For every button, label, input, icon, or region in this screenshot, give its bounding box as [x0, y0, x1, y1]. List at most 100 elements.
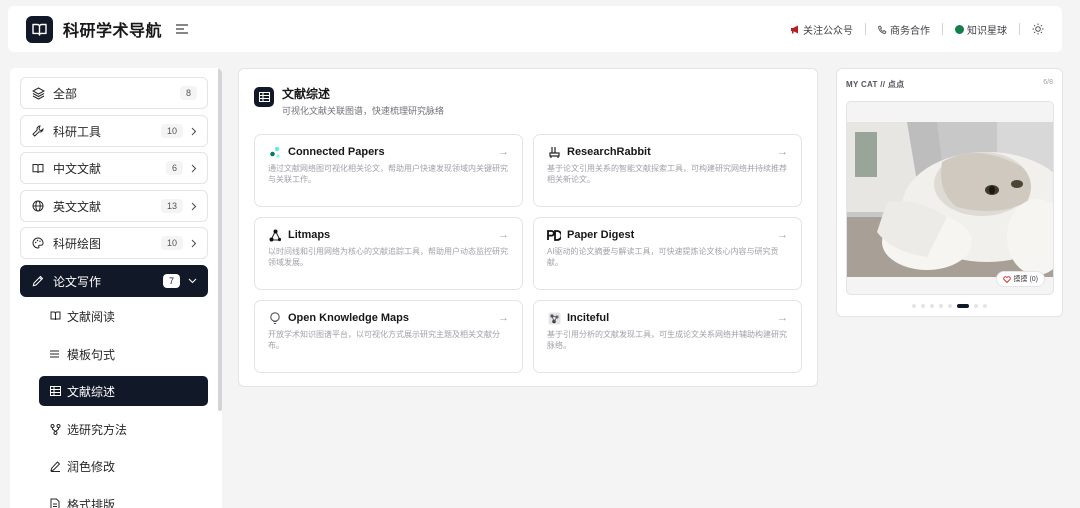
globe-icon — [31, 199, 45, 213]
list-icon — [49, 348, 61, 360]
sidebar-item-label: 论文写作 — [53, 274, 102, 289]
chevron-right-icon — [191, 202, 197, 211]
sidebar-scrollbar[interactable] — [218, 68, 222, 411]
sidebar-item-all[interactable]: 全部 8 — [20, 77, 208, 109]
photo-carousel[interactable]: 摸摸 (0) — [846, 101, 1054, 295]
card-description: 以时间线和引用网络为核心的文献追踪工具，帮助用户动态监控研究领域发展。 — [268, 247, 508, 267]
phone-icon — [878, 24, 887, 34]
arrow-right-icon: → — [777, 312, 788, 324]
card-description: AI驱动的论文摘要与解读工具，可快速提炼论文核心内容与研究贡献。 — [547, 247, 779, 267]
sidebar-item-paper-writing[interactable]: 论文写作 7 — [20, 265, 208, 297]
menu-toggle-button[interactable] — [176, 24, 189, 34]
rabbit-icon — [547, 145, 561, 159]
megaphone-icon — [791, 25, 798, 33]
arrow-right-icon: → — [777, 146, 788, 158]
carousel-dot-active[interactable] — [957, 304, 969, 308]
carousel-dot[interactable] — [912, 304, 916, 308]
slide-counter: 6/8 — [1043, 79, 1053, 86]
lightbulb-icon — [268, 311, 282, 325]
card-description: 开放学术知识图谱平台，以可视化方式展示研究主题及相关文献分布。 — [268, 330, 500, 350]
sidebar-subitem-label: 格式排版 — [67, 497, 116, 508]
arrow-right-icon: → — [498, 229, 509, 241]
knowledge-planet-label: 知识星球 — [967, 25, 1007, 37]
count-badge: 6 — [165, 161, 183, 175]
card-title: Open Knowledge Maps — [288, 312, 410, 324]
count-badge: 8 — [179, 86, 197, 100]
main-panel: 文献综述 可视化文献关联图谱，快速梳理研究脉络 Connected Papers… — [238, 68, 818, 387]
inciteful-icon — [547, 311, 561, 325]
count-badge: 7 — [162, 274, 180, 288]
book-icon — [49, 310, 61, 322]
card-title: Inciteful — [567, 312, 610, 324]
carousel-dot[interactable] — [948, 304, 952, 308]
count-badge: 13 — [160, 199, 183, 213]
tool-card-litmaps[interactable]: Litmaps → 以时间线和引用网络为核心的文献追踪工具，帮助用户动态监控研究… — [254, 217, 523, 290]
carousel-dots — [837, 304, 1062, 308]
sidebar-subitem-label: 文献阅读 — [67, 309, 116, 324]
chevron-down-icon — [188, 278, 197, 284]
tool-card-researchrabbit[interactable]: ResearchRabbit → 基于论文引用关系的智能文献探索工具，可构建研究… — [533, 134, 802, 207]
sun-icon — [1032, 23, 1044, 35]
chevron-right-icon — [191, 239, 197, 248]
sidebar-item-label: 英文文献 — [53, 199, 102, 214]
branch-icon — [49, 423, 61, 435]
book-open-icon — [31, 161, 45, 175]
litmaps-icon — [268, 228, 282, 242]
sidebar-subitem-templates[interactable]: 模板句式 — [39, 339, 208, 369]
sidebar-item-research-drawing[interactable]: 科研绘图 10 — [20, 227, 208, 259]
sidebar-item-label: 科研工具 — [53, 124, 102, 139]
like-label: 摸摸 (0) — [1013, 276, 1039, 283]
business-link[interactable]: 商务合作 — [878, 22, 930, 37]
sidebar-subitem-reading[interactable]: 文献阅读 — [39, 301, 208, 331]
carousel-dot[interactable] — [974, 304, 978, 308]
pen-icon — [31, 274, 45, 288]
sidebar-subitem-polishing[interactable]: 润色修改 — [39, 451, 208, 481]
divider — [942, 23, 943, 35]
follow-wechat-label: 关注公众号 — [803, 25, 853, 37]
table-icon — [254, 87, 274, 107]
tool-card-connected-papers[interactable]: Connected Papers → 通过文献网络图可视化相关论文，帮助用户快速… — [254, 134, 523, 207]
sidebar-item-research-tools[interactable]: 科研工具 10 — [20, 115, 208, 147]
sidebar-item-chinese-literature[interactable]: 中文文献 6 — [20, 152, 208, 184]
carousel-dot[interactable] — [930, 304, 934, 308]
sidebar-subitem-label: 选研究方法 — [67, 422, 128, 437]
like-button[interactable]: 摸摸 (0) — [995, 271, 1045, 287]
tool-card-paper-digest[interactable]: Paper Digest → AI驱动的论文摘要与解读工具，可快速提炼论文核心内… — [533, 217, 802, 290]
card-description: 基于论文引用关系的智能文献探索工具，可构建研究网络并持续推荐相关新论文。 — [547, 164, 787, 184]
follow-wechat-link[interactable]: 关注公众号 — [790, 22, 853, 37]
sidebar-subitem-formatting[interactable]: 格式排版 — [39, 489, 208, 508]
tool-card-inciteful[interactable]: Inciteful → 基于引用分析的文献发现工具，可生成论文关系网络并辅助构建… — [533, 300, 802, 373]
card-description: 基于引用分析的文献发现工具，可生成论文关系网络并辅助构建研究脉络。 — [547, 330, 787, 350]
arrow-right-icon: → — [498, 146, 509, 158]
cat-photo-widget: MY CAT // 点点 6/8 摸摸 (0) — [836, 68, 1063, 317]
knowledge-planet-link[interactable]: 知识星球 — [955, 22, 1007, 37]
heart-icon — [1002, 275, 1011, 283]
sidebar-subitem-label: 文献综述 — [67, 384, 116, 399]
count-badge: 10 — [160, 236, 183, 250]
paper-digest-icon — [547, 228, 561, 242]
carousel-dot[interactable] — [983, 304, 987, 308]
logo[interactable] — [26, 15, 53, 43]
divider — [1019, 23, 1020, 35]
theme-toggle-button[interactable] — [1032, 23, 1044, 35]
wrench-icon — [31, 124, 45, 138]
carousel-dot[interactable] — [921, 304, 925, 308]
card-description: 通过文献网络图可视化相关论文，帮助用户快速发现领域内关键研究与关联工作。 — [268, 164, 508, 184]
arrow-right-icon: → — [777, 229, 788, 241]
sidebar-subitem-literature-review[interactable]: 文献综述 — [39, 376, 208, 406]
section-header: 文献综述 可视化文献关联图谱，快速梳理研究脉络 — [254, 85, 444, 117]
sidebar-item-label: 科研绘图 — [53, 236, 102, 251]
chevron-right-icon — [191, 127, 197, 136]
section-title: 文献综述 — [282, 87, 331, 101]
sidebar-item-label: 中文文献 — [53, 161, 102, 176]
sidebar-subitem-methods[interactable]: 选研究方法 — [39, 414, 208, 444]
cat-photo — [847, 122, 1053, 277]
carousel-dot[interactable] — [939, 304, 943, 308]
card-title: Litmaps — [288, 229, 331, 241]
section-subtitle: 可视化文献关联图谱，快速梳理研究脉络 — [282, 106, 445, 116]
sidebar-item-label: 全部 — [53, 86, 78, 101]
tool-card-open-knowledge-maps[interactable]: Open Knowledge Maps → 开放学术知识图谱平台，以可视化方式展… — [254, 300, 523, 373]
book-logo-icon — [32, 23, 47, 36]
sidebar-item-english-literature[interactable]: 英文文献 13 — [20, 190, 208, 222]
card-title: Connected Papers — [288, 146, 385, 158]
